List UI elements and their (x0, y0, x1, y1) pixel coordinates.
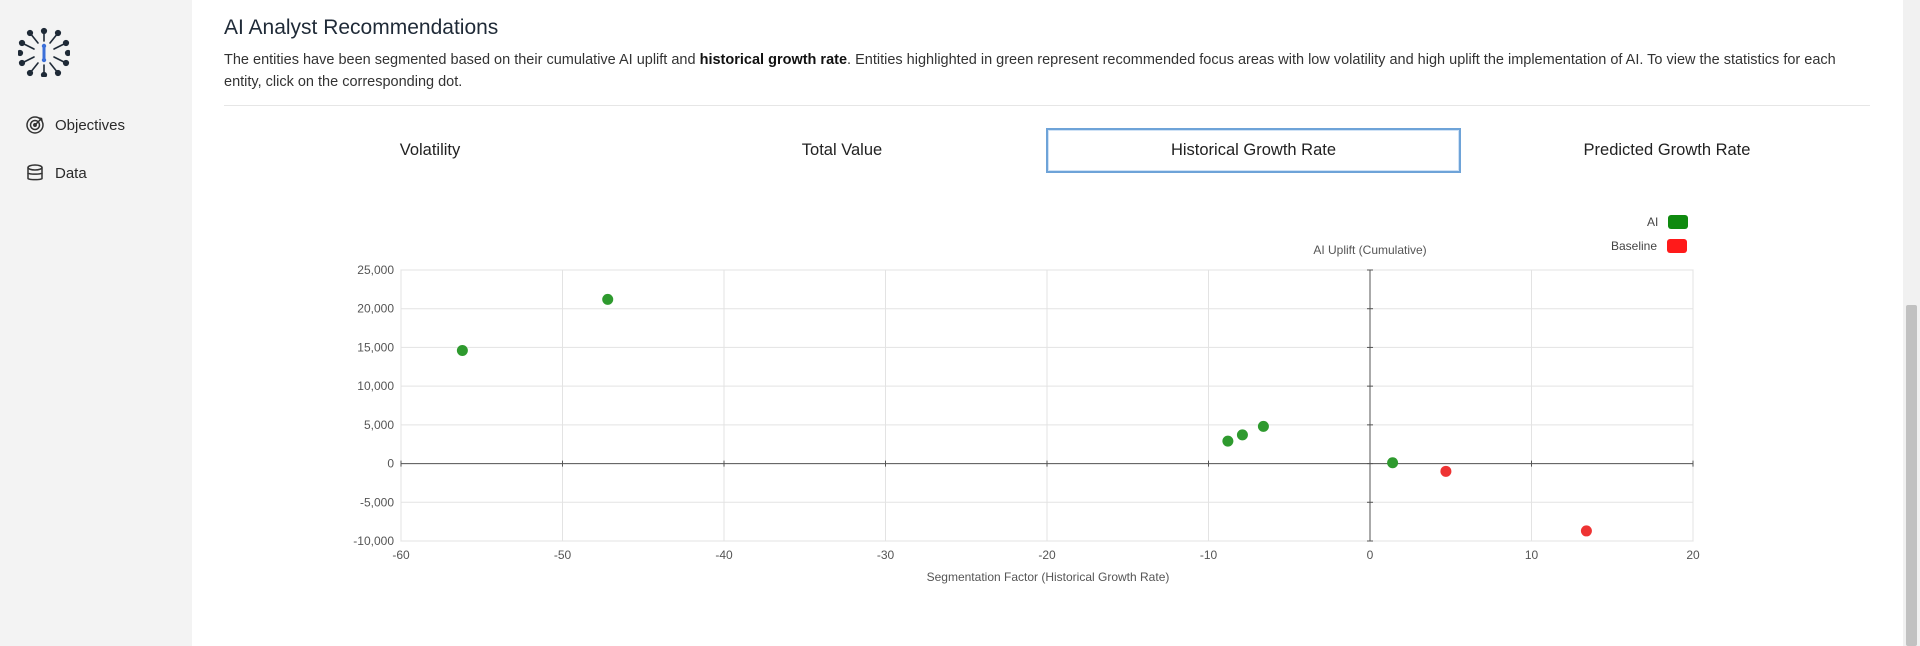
x-tick-label: 10 (1525, 548, 1539, 562)
scatter-chart: -60 -50 -40 -30 -20 -10 0 10 20 25,000 20,000 15,00… (353, 243, 1700, 584)
ai-data-point[interactable] (456, 345, 468, 357)
baseline-data-point[interactable] (1580, 525, 1592, 537)
app: Objectives Data AI Analyst Recommendatio… (0, 0, 1920, 646)
x-tick-label: 0 (1367, 548, 1374, 562)
x-tick-label: -40 (715, 548, 733, 562)
y-tick-label: -5,000 (360, 495, 394, 509)
x-tick-label: 20 (1686, 548, 1700, 562)
ai-data-point[interactable] (602, 293, 614, 305)
x-tick-label: -20 (1038, 548, 1056, 562)
x-tick-label: -60 (392, 548, 410, 562)
x-tick-label: -10 (1200, 548, 1218, 562)
ai-data-point[interactable] (1387, 457, 1399, 469)
y-tick-label: 0 (387, 457, 394, 471)
scrollbar-thumb[interactable] (1906, 305, 1917, 646)
y-tick-label: 5,000 (364, 418, 394, 432)
ai-data-point[interactable] (1222, 435, 1234, 447)
x-tick-label: -50 (554, 548, 572, 562)
scrollbar-track[interactable] (1903, 0, 1920, 646)
y-tick-label: 15,000 (357, 340, 394, 354)
y-axis-label: AI Uplift (Cumulative) (1313, 243, 1426, 257)
baseline-data-point[interactable] (1440, 465, 1452, 477)
y-tick-label: -10,000 (353, 534, 394, 548)
ai-data-point[interactable] (1257, 420, 1269, 432)
y-tick-label: 20,000 (357, 302, 394, 316)
y-tick-label: 10,000 (357, 379, 394, 393)
x-axis-label: Segmentation Factor (Historical Growth R… (927, 570, 1170, 584)
y-tick-label: 25,000 (357, 263, 394, 277)
x-tick-label: -30 (877, 548, 895, 562)
ai-data-point[interactable] (1236, 429, 1248, 441)
